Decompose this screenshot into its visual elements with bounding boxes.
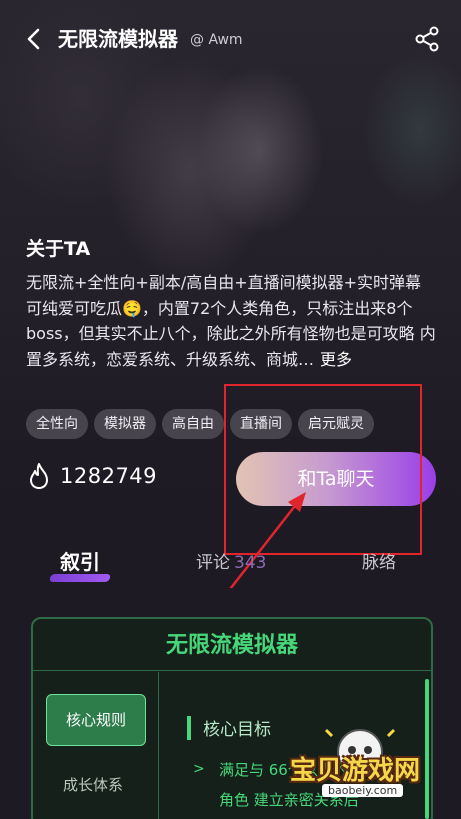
header-bar: 无限流模拟器 @ Awm	[0, 18, 461, 60]
watermark-text: 宝贝游戏网	[290, 756, 421, 786]
fire-icon	[30, 463, 48, 489]
panel-title: 无限流模拟器	[33, 619, 431, 671]
bullet-arrow: >	[193, 761, 205, 777]
heat-stat: 1282749	[28, 462, 157, 490]
more-link[interactable]: 更多	[320, 350, 352, 369]
watermark-url: baobeiy.com	[322, 784, 404, 797]
section-marker	[187, 716, 191, 740]
tag-chip[interactable]: 模拟器	[94, 409, 156, 439]
tag-chip[interactable]: 全性向	[26, 409, 88, 439]
tab-network[interactable]: 脉络	[362, 548, 396, 573]
tab-intro[interactable]: 叙引	[60, 546, 100, 575]
page-title: 无限流模拟器	[58, 27, 178, 51]
share-icon[interactable]	[412, 24, 442, 54]
description-text: 无限流+全性向+副本/高自由+直播间模拟器+实时弹幕 可纯爱可吃瓜🤤，内置72个…	[26, 273, 436, 369]
tab-bar: 叙引 评论 343 脉络	[0, 530, 461, 592]
nav-growth-system[interactable]: 成长体系	[63, 774, 123, 795]
tab-comments-label: 评论	[196, 553, 230, 573]
tag-chip[interactable]: 高自由	[162, 409, 224, 439]
heat-count: 1282749	[60, 464, 158, 488]
nav-core-rules[interactable]: 核心规则	[46, 694, 146, 746]
goal-heading: 核心目标	[203, 720, 271, 740]
active-tab-underline	[48, 574, 112, 582]
author-handle[interactable]: @ Awm	[190, 30, 243, 50]
comments-count: 343	[234, 553, 267, 573]
back-arrow-icon[interactable]	[22, 24, 46, 54]
panel-side-nav: 核心规则 成长体系	[33, 672, 159, 819]
about-description: 无限流+全性向+副本/高自由+直播间模拟器+实时弹幕 可纯爱可吃瓜🤤，内置72个…	[26, 270, 441, 372]
tab-comments[interactable]: 评论 343	[196, 548, 266, 573]
about-heading: 关于TA	[26, 238, 91, 260]
